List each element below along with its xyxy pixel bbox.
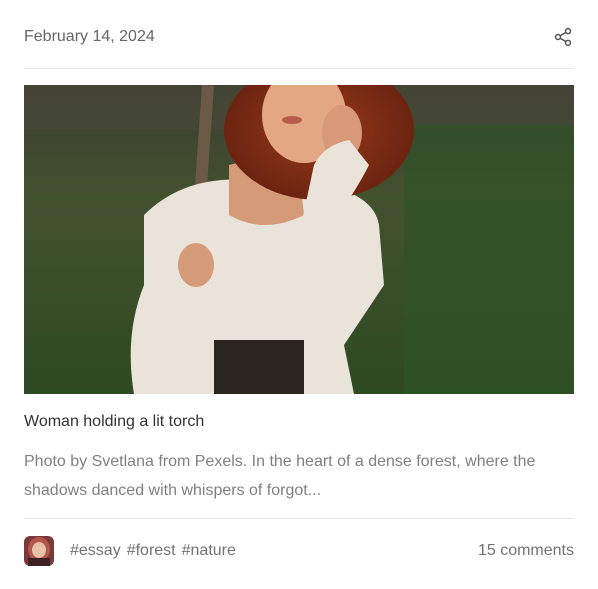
share-icon (554, 27, 572, 47)
tag-essay[interactable]: #essay (70, 542, 121, 560)
card-header: February 14, 2024 (24, 0, 574, 69)
share-button[interactable] (552, 26, 574, 48)
card-footer: #essay #forest #nature 15 comments (24, 518, 574, 583)
post-image[interactable] (24, 85, 574, 394)
tag-nature[interactable]: #nature (182, 542, 236, 560)
tag-forest[interactable]: #forest (127, 542, 176, 560)
post-excerpt: Photo by Svetlana from Pexels. In the he… (24, 453, 536, 499)
post-date: February 14, 2024 (24, 28, 155, 45)
blog-post-card: February 14, 2024 Woman holding a lit to… (0, 0, 598, 589)
post-tags: #essay #forest #nature (70, 542, 236, 560)
comments-link[interactable]: 15 comments (478, 542, 574, 560)
author-avatar[interactable] (24, 536, 54, 566)
post-title[interactable]: Woman holding a lit torch (24, 413, 204, 431)
